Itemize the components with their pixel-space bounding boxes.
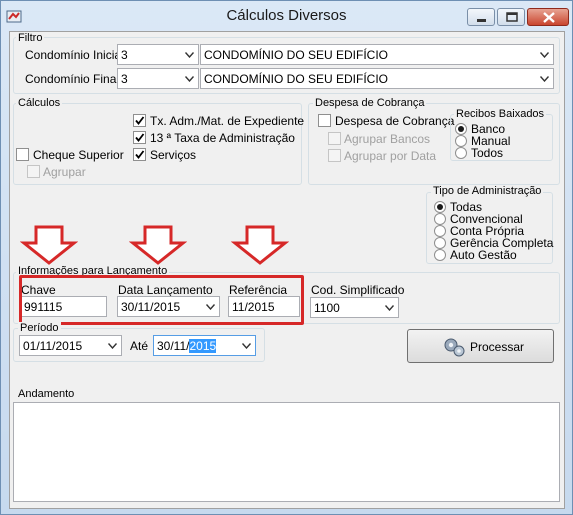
tipo-radio-conta-propria[interactable] <box>434 225 446 237</box>
condominio-inicial-code-select[interactable]: 3 <box>117 44 199 65</box>
condominio-inicial-label: Condomínio Inicial <box>25 48 124 62</box>
annotation-arrow-down-icon <box>129 225 187 265</box>
minimize-button[interactable] <box>467 8 495 26</box>
recibos-radio-banco[interactable] <box>455 123 467 135</box>
calculos-group-label: Cálculos <box>16 97 63 110</box>
checkmark-icon <box>135 133 145 142</box>
servicos-checkbox[interactable] <box>133 148 146 161</box>
chevron-down-icon <box>540 52 549 58</box>
chevron-down-icon <box>540 76 549 82</box>
maximize-button[interactable] <box>497 8 525 26</box>
title-bar[interactable]: Cálculos Diversos <box>1 1 572 31</box>
chevron-down-icon <box>108 343 117 349</box>
despesa-cobranca-label: Despesa de Cobrança <box>335 114 455 128</box>
tipo-option-label: Auto Gestão <box>450 248 517 262</box>
condominio-inicial-code-value: 3 <box>121 48 128 62</box>
chevron-down-icon <box>185 52 194 58</box>
checkmark-icon <box>135 116 145 125</box>
tx-adm-label: Tx. Adm./Mat. de Expediente <box>150 114 305 128</box>
despesa-group-label: Despesa de Cobrança <box>313 97 427 110</box>
radio-selected-dot <box>458 126 464 132</box>
servicos-label: Serviços <box>150 148 197 162</box>
cod-simplificado-value: 1100 <box>314 301 340 315</box>
periodo-fim-value: 30/11/2015 <box>157 339 217 353</box>
condominio-final-code-select[interactable]: 3 <box>117 68 199 89</box>
tipo-radio-todas[interactable] <box>434 201 446 213</box>
close-button[interactable] <box>527 8 569 26</box>
despesa-cobranca-checkbox[interactable] <box>318 114 331 127</box>
filtro-group-label: Filtro <box>16 32 45 45</box>
condominio-inicial-name-select[interactable]: CONDOMÍNIO DO SEU EDIFÍCIO <box>200 44 554 65</box>
condominio-final-code-value: 3 <box>121 72 128 86</box>
recibos-group-label: Recibos Baixados <box>454 108 547 121</box>
taxa-13-label: 13 ª Taxa de Administração <box>150 131 295 145</box>
tipo-radio-convencional[interactable] <box>434 213 446 225</box>
periodo-fim-prefix: 30/11/ <box>157 339 190 353</box>
periodo-inicio-picker[interactable]: 01/11/2015 <box>19 335 122 356</box>
condominio-inicial-name-value: CONDOMÍNIO DO SEU EDIFÍCIO <box>204 48 389 62</box>
annotation-arrow-down-icon <box>20 225 78 265</box>
chevron-down-icon <box>385 305 394 311</box>
agrupar-por-data-checkbox[interactable] <box>328 149 341 162</box>
processar-button[interactable]: Processar <box>407 329 554 363</box>
checkmark-icon <box>135 150 145 159</box>
minimize-icon <box>477 19 486 22</box>
periodo-fim-picker[interactable]: 30/11/2015 <box>153 335 256 356</box>
tx-adm-checkbox[interactable] <box>133 114 146 127</box>
condominio-final-name-value: CONDOMÍNIO DO SEU EDIFÍCIO <box>204 72 389 86</box>
radio-selected-dot <box>437 204 443 210</box>
tipo-radio-gerencia-completa[interactable] <box>434 237 446 249</box>
andamento-output-area <box>13 402 560 502</box>
cheque-superior-label: Cheque Superior <box>33 148 124 162</box>
periodo-fim-selected-text: 2015 <box>189 339 217 353</box>
taxa-13-checkbox[interactable] <box>133 131 146 144</box>
chevron-down-icon <box>242 343 251 349</box>
recibos-radio-manual[interactable] <box>455 135 467 147</box>
app-window: Cálculos Diversos Filtro Condomínio Inic… <box>0 0 573 515</box>
tipo-admin-group-label: Tipo de Administração <box>431 185 544 198</box>
gears-icon <box>444 338 465 357</box>
periodo-inicio-value: 01/11/2015 <box>23 339 83 353</box>
periodo-group-label: Período <box>18 322 61 335</box>
cod-simplificado-label: Cod. Simplificado <box>311 283 405 297</box>
andamento-label: Andamento <box>18 388 75 400</box>
chevron-down-icon <box>185 76 194 82</box>
periodo-ate-label: Até <box>130 339 149 353</box>
agrupar-por-data-label: Agrupar por Data <box>344 149 437 163</box>
recibos-radio-todos[interactable] <box>455 147 467 159</box>
maximize-icon <box>506 12 518 22</box>
cod-simplificado-select[interactable]: 1100 <box>310 297 399 318</box>
annotation-arrow-down-icon <box>231 225 289 265</box>
processar-label: Processar <box>470 340 525 354</box>
condominio-final-name-select[interactable]: CONDOMÍNIO DO SEU EDIFÍCIO <box>200 68 554 89</box>
recibos-option-label: Todos <box>471 146 504 160</box>
cheque-superior-checkbox[interactable] <box>16 148 29 161</box>
condominio-final-label: Condomínio Final <box>25 72 120 86</box>
close-icon <box>543 12 555 23</box>
agrupar-label: Agrupar <box>43 165 86 179</box>
agrupar-checkbox[interactable] <box>27 165 40 178</box>
agrupar-bancos-checkbox[interactable] <box>328 132 341 145</box>
tipo-radio-auto-gestao[interactable] <box>434 249 446 261</box>
agrupar-bancos-label: Agrupar Bancos <box>344 132 431 146</box>
form-client-area: Filtro Condomínio Inicial 3 CONDOMÍNIO D… <box>9 31 565 509</box>
annotation-highlight-box <box>19 275 304 325</box>
